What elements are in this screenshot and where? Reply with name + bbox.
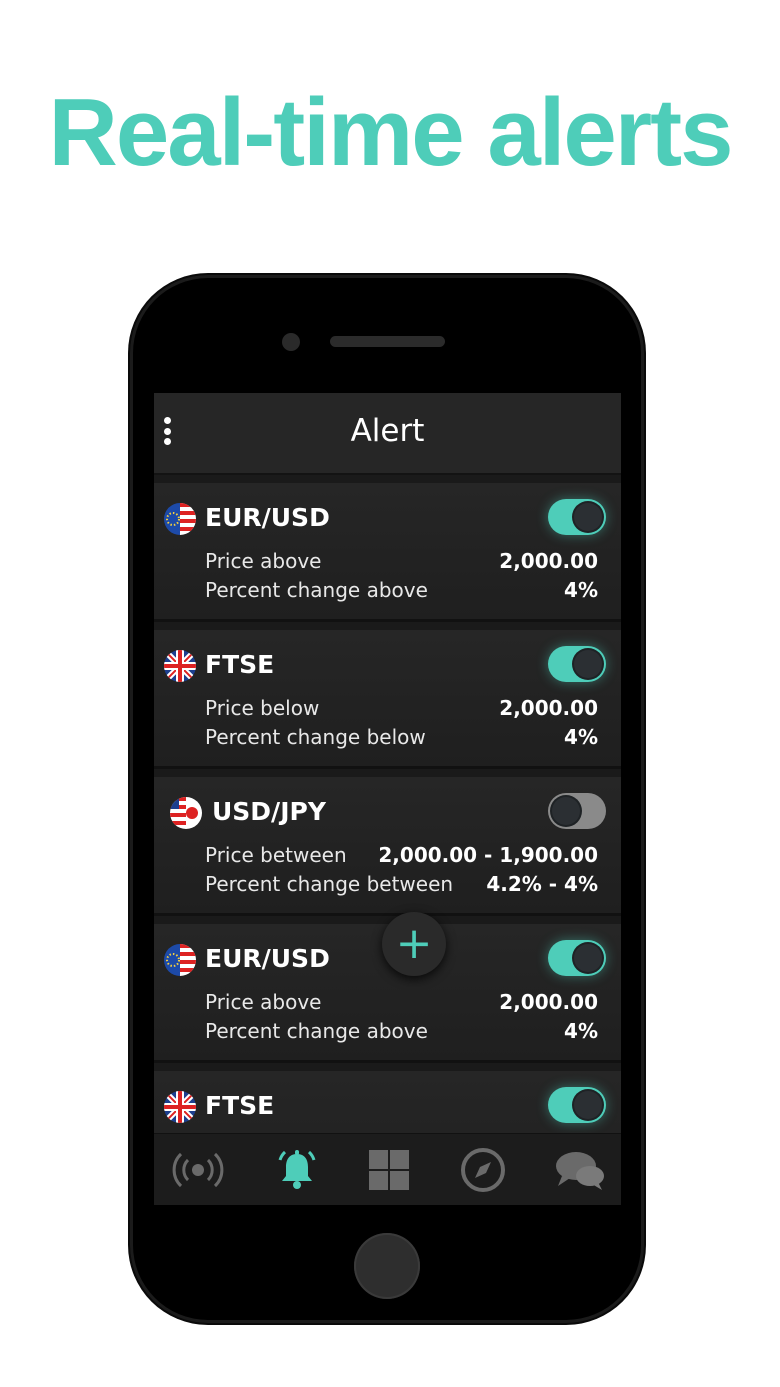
condition-value: 4% <box>564 1019 598 1043</box>
speaker <box>330 336 445 347</box>
bottom-nav <box>154 1133 621 1205</box>
grid-icon[interactable] <box>361 1146 417 1194</box>
condition-label: Price above <box>205 549 322 573</box>
condition-value: 4% <box>564 725 598 749</box>
alert-card[interactable]: USD/JPY Price between 2,000.00 - 1,900.0… <box>154 777 621 916</box>
condition-value: 4% <box>564 578 598 602</box>
uk-flag-icon <box>164 1091 196 1123</box>
phone-frame: Alert EUR/USD Price above 2,000.00 Perce… <box>130 275 644 1323</box>
alert-row: Percent change above 4% <box>205 576 598 604</box>
alert-row: Price above 2,000.00 <box>205 988 598 1016</box>
alert-symbol: EUR/USD <box>205 503 330 532</box>
bell-icon[interactable] <box>269 1146 325 1194</box>
alert-row: Price between 2,000.00 - 1,900.00 <box>205 841 598 869</box>
alert-row: Percent change above 4% <box>205 1017 598 1045</box>
eu-us-flag-icon <box>164 503 196 535</box>
eu-us-flag-icon <box>164 944 196 976</box>
alert-toggle[interactable] <box>548 499 606 535</box>
home-button[interactable] <box>354 1233 420 1299</box>
alert-symbol: FTSE <box>205 650 275 679</box>
alert-symbol: FTSE <box>205 1091 275 1120</box>
condition-value: 2,000.00 <box>499 990 598 1014</box>
add-alert-button[interactable]: + <box>382 912 446 976</box>
alert-toggle[interactable] <box>548 646 606 682</box>
condition-label: Percent change above <box>205 1019 428 1043</box>
app-screen: Alert EUR/USD Price above 2,000.00 Perce… <box>154 393 621 1205</box>
condition-value: 2,000.00 - 1,900.00 <box>378 843 598 867</box>
condition-value: 4.2% - 4% <box>486 872 598 896</box>
alert-card[interactable]: FTSE Price below 2,000.00 Percent change… <box>154 630 621 769</box>
live-icon[interactable] <box>170 1146 226 1194</box>
alert-row: Percent change below 4% <box>205 723 598 751</box>
chat-icon[interactable] <box>552 1146 608 1194</box>
alert-row: Price below 2,000.00 <box>205 694 598 722</box>
condition-value: 2,000.00 <box>499 696 598 720</box>
compass-icon[interactable] <box>455 1146 511 1194</box>
alert-symbol: USD/JPY <box>212 797 326 826</box>
condition-label: Percent change between <box>205 872 454 896</box>
alert-toggle[interactable] <box>548 793 606 829</box>
alert-card[interactable]: EUR/USD Price above 2,000.00 Percent cha… <box>154 483 621 622</box>
headline: Real-time alerts <box>48 79 734 186</box>
condition-label: Percent change above <box>205 578 428 602</box>
uk-flag-icon <box>164 650 196 682</box>
alert-row: Price above 2,000.00 <box>205 547 598 575</box>
app-bar: Alert <box>154 393 621 475</box>
condition-label: Percent change below <box>205 725 426 749</box>
condition-label: Price above <box>205 990 322 1014</box>
condition-label: Price between <box>205 843 347 867</box>
camera <box>282 333 300 351</box>
condition-value: 2,000.00 <box>499 549 598 573</box>
alert-toggle[interactable] <box>548 1087 606 1123</box>
page-title: Alert <box>350 413 425 449</box>
alert-row: Percent change between 4.2% - 4% <box>205 870 598 898</box>
alert-toggle[interactable] <box>548 940 606 976</box>
condition-label: Price below <box>205 696 320 720</box>
alert-symbol: EUR/USD <box>205 944 330 973</box>
us-jp-flag-icon <box>170 797 202 829</box>
